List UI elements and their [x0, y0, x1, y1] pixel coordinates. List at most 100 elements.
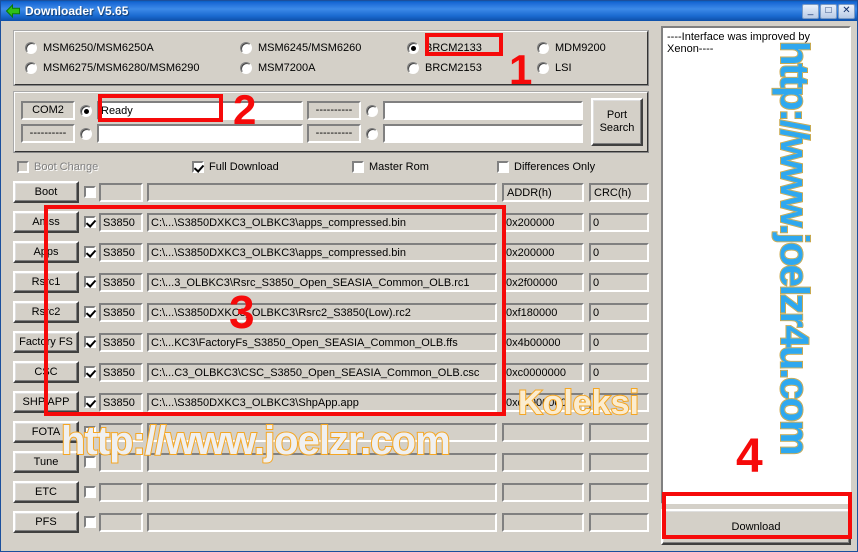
- row-path-rsrc2[interactable]: C:\...\S3850DXKC3_OLBKC3\Rsrc2_S3850(Low…: [147, 302, 497, 322]
- row-path-amss[interactable]: C:\...\S3850DXKC3_OLBKC3\apps_compressed…: [147, 212, 497, 232]
- checkbox-icon-checked[interactable]: [84, 306, 96, 318]
- row-checkbox-apps-wrap[interactable]: [83, 246, 97, 258]
- port-radio-4[interactable]: [366, 127, 378, 140]
- chipset-option-msm6275[interactable]: MSM6275/MSM6280/MSM6290: [25, 62, 240, 74]
- row-button-factory-fs[interactable]: Factory FS: [13, 331, 79, 353]
- row-checkbox-factory-fs-wrap[interactable]: [83, 336, 97, 348]
- checkbox-icon[interactable]: [84, 516, 96, 528]
- radio-icon[interactable]: [537, 42, 549, 54]
- minimize-button[interactable]: _: [802, 3, 819, 19]
- chipset-option-brcm2153[interactable]: BRCM2153: [407, 62, 537, 74]
- radio-icon-selected[interactable]: [407, 42, 419, 54]
- table-row: Amss S3850 C:\...\S3850DXKC3_OLBKC3\apps…: [13, 207, 649, 237]
- radio-icon[interactable]: [537, 62, 549, 74]
- chipset-option-brcm2133[interactable]: BRCM2133: [407, 42, 537, 54]
- radio-icon[interactable]: [240, 62, 252, 74]
- option-differences-only[interactable]: Differences Only: [497, 161, 595, 173]
- checkbox-icon-checked[interactable]: [84, 246, 96, 258]
- row-button-rsrc2[interactable]: Rsrc2: [13, 301, 79, 323]
- chipset-option-mdm9200[interactable]: MDM9200: [537, 42, 643, 54]
- chipset-option-label: MSM7200A: [258, 62, 316, 74]
- chipset-option-lsi[interactable]: LSI: [537, 62, 643, 74]
- chipset-option-label: BRCM2153: [425, 62, 482, 74]
- row-button-pfs[interactable]: PFS: [13, 511, 79, 533]
- row-checkbox-fota-wrap[interactable]: [83, 426, 97, 438]
- row-path-apps[interactable]: C:\...\S3850DXKC3_OLBKC3\apps_compressed…: [147, 242, 497, 262]
- row-button-tune[interactable]: Tune: [13, 451, 79, 473]
- row-button-amss[interactable]: Amss: [13, 211, 79, 233]
- checkbox-icon-checked[interactable]: [84, 336, 96, 348]
- row-version-apps: S3850: [99, 242, 143, 262]
- chipset-option-msm6245[interactable]: MSM6245/MSM6260: [240, 42, 407, 54]
- row-addr-tune: [502, 452, 584, 472]
- row-checkbox-tune-wrap[interactable]: [83, 456, 97, 468]
- row-button-fota[interactable]: FOTA: [13, 421, 79, 443]
- option-label: Master Rom: [369, 161, 429, 173]
- row-path-csc[interactable]: C:\...C3_OLBKC3\CSC_S3850_Open_SEASIA_Co…: [147, 362, 497, 382]
- row-path-etc[interactable]: [147, 482, 497, 502]
- checkbox-icon[interactable]: [84, 186, 96, 198]
- checkbox-icon-checked[interactable]: [84, 276, 96, 288]
- row-checkbox-pfs-wrap[interactable]: [83, 516, 97, 528]
- port-search-button[interactable]: Port Search: [591, 98, 643, 146]
- row-button-csc[interactable]: CSC: [13, 361, 79, 383]
- checkbox-icon-checked[interactable]: [84, 366, 96, 378]
- chipset-option-msm6250[interactable]: MSM6250/MSM6250A: [25, 42, 240, 54]
- row-path-fota[interactable]: [147, 422, 497, 442]
- row-button-shp-app[interactable]: SHP APP: [13, 391, 79, 413]
- row-path-shp-app[interactable]: C:\...\S3850DXKC3_OLBKC3\ShpApp.app: [147, 392, 497, 412]
- option-full-download[interactable]: Full Download: [192, 161, 352, 173]
- port-radio-2[interactable]: [80, 127, 92, 140]
- port-status-2: [97, 124, 303, 143]
- row-version-factory-fs: S3850: [99, 332, 143, 352]
- table-row: FOTA: [13, 417, 649, 447]
- chipset-group: MSM6250/MSM6250A MSM6245/MSM6260 BRCM213…: [13, 30, 649, 86]
- port-select-4[interactable]: ----------: [307, 124, 361, 143]
- radio-icon[interactable]: [25, 42, 37, 54]
- checkbox-icon[interactable]: [84, 486, 96, 498]
- row-version-amss: S3850: [99, 212, 143, 232]
- row-checkbox-rsrc1-wrap[interactable]: [83, 276, 97, 288]
- row-button-rsrc1[interactable]: Rsrc1: [13, 271, 79, 293]
- row-button-apps[interactable]: Apps: [13, 241, 79, 263]
- row-button-etc[interactable]: ETC: [13, 481, 79, 503]
- checkbox-icon[interactable]: [497, 161, 509, 173]
- row-path-tune[interactable]: [147, 452, 497, 472]
- port-radio-3[interactable]: [366, 104, 378, 117]
- checkbox-icon-checked[interactable]: [84, 396, 96, 408]
- checkbox-icon[interactable]: [352, 161, 364, 173]
- row-addr-csc: 0xc0000000: [502, 362, 584, 382]
- radio-icon[interactable]: [25, 62, 37, 74]
- port-select-2[interactable]: ----------: [21, 124, 75, 143]
- maximize-button[interactable]: □: [820, 3, 837, 19]
- radio-icon[interactable]: [407, 62, 419, 74]
- download-button[interactable]: Download: [661, 509, 851, 545]
- checkbox-icon-checked[interactable]: [84, 216, 96, 228]
- downloader-window: Downloader V5.65 _ □ ✕ MSM6250/MSM6250A …: [0, 0, 858, 552]
- radio-icon[interactable]: [240, 42, 252, 54]
- row-checkbox-etc-wrap[interactable]: [83, 486, 97, 498]
- port-status-3: [383, 101, 583, 120]
- option-boot-change[interactable]: Boot Change: [17, 161, 192, 173]
- port-select-1[interactable]: COM2: [21, 101, 75, 120]
- row-path-rsrc1[interactable]: C:\...3_OLBKC3\Rsrc_S3850_Open_SEASIA_Co…: [147, 272, 497, 292]
- port-select-3[interactable]: ----------: [307, 101, 361, 120]
- checkbox-icon[interactable]: [84, 426, 96, 438]
- port-radio-1[interactable]: [80, 104, 92, 117]
- row-checkbox-amss-wrap[interactable]: [83, 216, 97, 228]
- checkbox-icon-checked[interactable]: [192, 161, 204, 173]
- log-panel[interactable]: ----Interface was improved by Xenon----: [661, 26, 851, 504]
- row-checkbox-boot-wrap[interactable]: [83, 186, 97, 198]
- close-button[interactable]: ✕: [838, 3, 855, 19]
- row-checkbox-csc-wrap[interactable]: [83, 366, 97, 378]
- chipset-option-msm7200a[interactable]: MSM7200A: [240, 62, 407, 74]
- row-checkbox-rsrc2-wrap[interactable]: [83, 306, 97, 318]
- option-master-rom[interactable]: Master Rom: [352, 161, 497, 173]
- checkbox-icon[interactable]: [84, 456, 96, 468]
- table-row: Boot ADDR(h) CRC(h): [13, 177, 649, 207]
- row-path-pfs[interactable]: [147, 512, 497, 532]
- row-checkbox-shp-app-wrap[interactable]: [83, 396, 97, 408]
- row-button-boot[interactable]: Boot: [13, 181, 79, 203]
- row-path-factory-fs[interactable]: C:\...KC3\FactoryFs_S3850_Open_SEASIA_Co…: [147, 332, 497, 352]
- row-path-boot[interactable]: [147, 182, 497, 202]
